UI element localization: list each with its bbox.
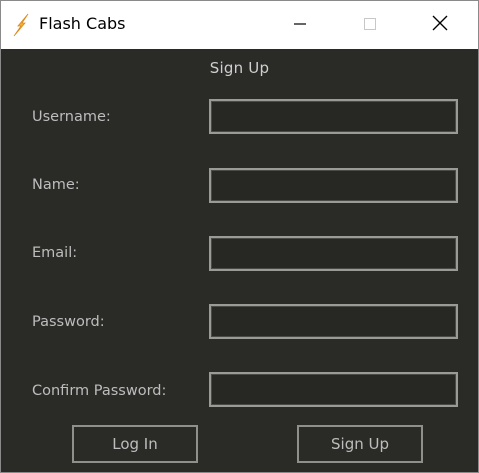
minimize-button[interactable] — [277, 1, 323, 49]
confirm-password-label: Confirm Password: — [32, 383, 167, 399]
password-label: Password: — [32, 314, 105, 330]
minimize-icon — [293, 16, 307, 35]
email-label: Email: — [32, 245, 78, 261]
confirm-password-input[interactable] — [209, 372, 458, 407]
log-in-button[interactable]: Log In — [72, 425, 198, 463]
maximize-icon — [363, 16, 377, 35]
email-input[interactable] — [209, 236, 458, 271]
window-title: Flash Cabs — [39, 14, 126, 33]
close-button[interactable] — [417, 1, 463, 49]
password-input[interactable] — [209, 304, 458, 339]
app-window: Flash Cabs Sign Up Username: Name: Email… — [0, 0, 479, 473]
username-input[interactable] — [209, 99, 458, 134]
username-label: Username: — [32, 109, 111, 125]
maximize-button[interactable] — [347, 1, 393, 49]
sign-up-button[interactable]: Sign Up — [297, 425, 423, 463]
name-input[interactable] — [209, 168, 458, 203]
signup-form: Sign Up Username: Name: Email: Password:… — [1, 49, 478, 472]
form-heading: Sign Up — [209, 59, 270, 77]
close-icon — [432, 15, 448, 35]
lightning-bolt-icon — [11, 13, 31, 37]
title-bar[interactable]: Flash Cabs — [1, 1, 478, 49]
name-label: Name: — [32, 177, 80, 193]
